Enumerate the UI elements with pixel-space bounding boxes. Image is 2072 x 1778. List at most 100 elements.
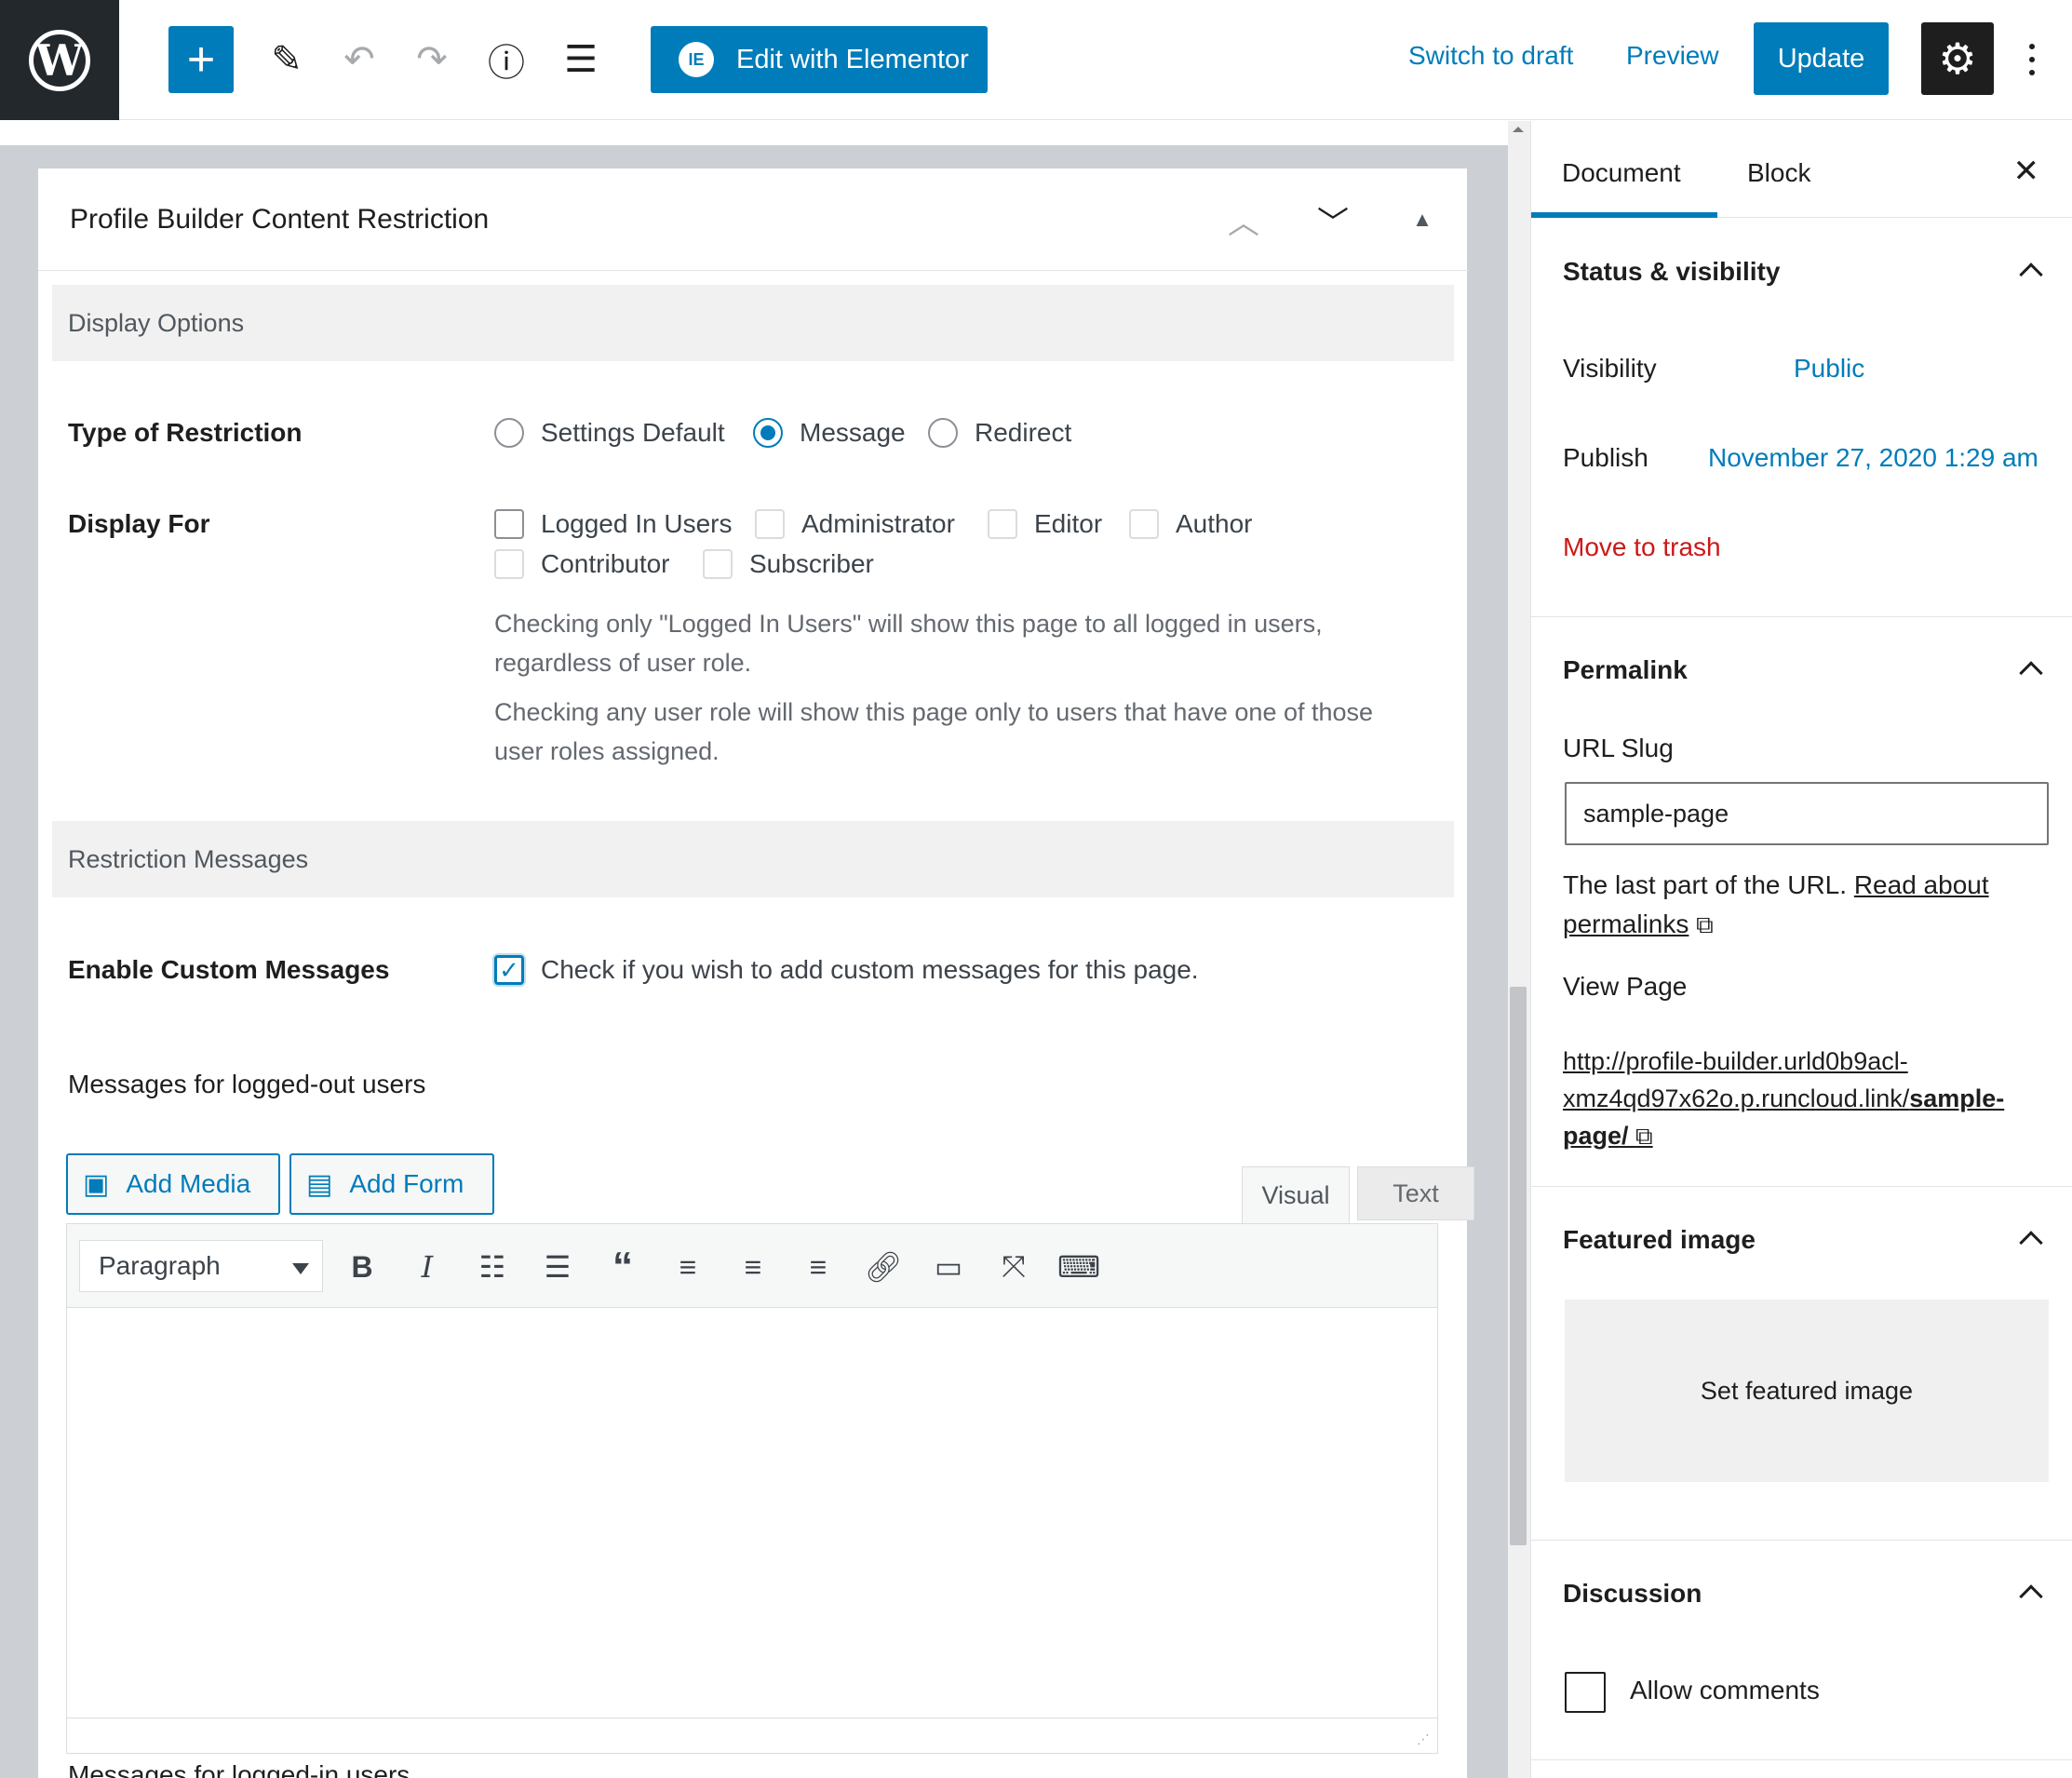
enable-custom-messages-checkbox[interactable]: ✓ Check if you wish to add custom messag… xyxy=(494,955,1199,985)
align-center-icon[interactable]: ≡ xyxy=(730,1245,776,1289)
update-button[interactable]: Update xyxy=(1754,22,1889,95)
radio-button-selected[interactable] xyxy=(753,418,783,448)
resize-grip-icon[interactable]: ⋰ xyxy=(1417,1731,1430,1747)
editor-top-bar: W + ✎ ↶ ↷ ⓘ ☰ IE Edit with Elementor Swi… xyxy=(0,0,2072,120)
numbered-list-icon[interactable]: ☰ xyxy=(534,1245,581,1289)
logged-out-messages-label: Messages for logged-out users xyxy=(68,1070,426,1098)
checkbox[interactable] xyxy=(988,509,1017,539)
publish-date-link[interactable]: November 27, 2020 1:29 am xyxy=(1708,443,2038,473)
radio-button[interactable] xyxy=(494,418,524,448)
canvas-top-strip xyxy=(0,121,1508,145)
checkbox[interactable] xyxy=(1129,509,1159,539)
blockquote-icon[interactable]: “ xyxy=(599,1244,646,1289)
close-icon[interactable]: ✕ xyxy=(2013,153,2040,190)
info-icon[interactable]: ⓘ xyxy=(478,26,534,93)
tab-text[interactable]: Text xyxy=(1357,1166,1474,1220)
external-link-icon: ⧉ xyxy=(1635,1122,1653,1150)
sidebar-tabs: Document Block ✕ xyxy=(1531,121,2072,218)
add-block-button[interactable]: + xyxy=(168,26,234,93)
view-page-label: View Page xyxy=(1563,972,1688,1001)
read-more-icon[interactable]: ▭ xyxy=(925,1245,972,1289)
checkbox-checked[interactable]: ✓ xyxy=(494,955,524,985)
visibility-label: Visibility xyxy=(1563,354,1657,383)
toolbar-toggle-icon[interactable]: ⌨ xyxy=(1056,1245,1102,1289)
add-form-button[interactable]: ▤ Add Form xyxy=(289,1153,494,1215)
align-right-icon[interactable]: ≡ xyxy=(795,1245,841,1289)
visibility-value-link[interactable]: Public xyxy=(1794,354,1864,384)
editor-canvas: Profile Builder Content Restriction ︿ ﹀ … xyxy=(0,121,1508,1778)
permalink-panel-toggle[interactable]: Permalink xyxy=(1563,655,1688,685)
checkbox-label: Contributor xyxy=(541,549,670,578)
scrollbar-thumb[interactable] xyxy=(1510,987,1527,1545)
discussion-panel-toggle[interactable]: Discussion xyxy=(1563,1579,1702,1609)
edit-with-elementor-button[interactable]: IE Edit with Elementor xyxy=(651,26,988,93)
align-left-icon[interactable]: ≡ xyxy=(665,1245,711,1289)
set-featured-image-button[interactable]: Set featured image xyxy=(1565,1300,2049,1482)
checkbox-contributor[interactable]: Contributor xyxy=(494,549,670,579)
status-visibility-panel-toggle[interactable]: Status & visibility xyxy=(1563,257,1780,287)
radio-settings-default[interactable]: Settings Default xyxy=(494,418,725,448)
settings-gear-icon[interactable]: ⚙ xyxy=(1921,22,1994,95)
type-of-restriction-label: Type of Restriction xyxy=(68,418,303,447)
active-tab-indicator xyxy=(1531,212,1717,218)
chevron-up-icon[interactable] xyxy=(2019,263,2043,287)
scroll-up-arrow-icon[interactable] xyxy=(1513,127,1524,132)
list-view-icon[interactable]: ☰ xyxy=(553,26,609,93)
checkbox[interactable] xyxy=(703,549,733,579)
tab-document[interactable]: Document xyxy=(1562,158,1681,188)
url-slug-input[interactable]: sample-page xyxy=(1565,782,2049,845)
view-page-url-link[interactable]: http://profile-builder.urld0b9acl- xmz4q… xyxy=(1563,1043,2004,1154)
featured-image-panel-toggle[interactable]: Featured image xyxy=(1563,1225,1756,1255)
checkbox-editor[interactable]: Editor xyxy=(988,509,1102,539)
collapse-toggle-icon[interactable]: ▲ xyxy=(1399,196,1446,243)
bold-icon[interactable]: B xyxy=(339,1245,385,1289)
link-icon[interactable]: 🔗︎ xyxy=(860,1245,907,1289)
editor-toolbar: Paragraph B I ☷ ☰ “ ≡ ≡ ≡ 🔗︎ ▭ ⤧ ⌨ xyxy=(67,1224,1437,1308)
edit-pencil-icon[interactable]: ✎ xyxy=(259,26,315,93)
add-form-label: Add Form xyxy=(349,1169,464,1198)
chevron-up-icon[interactable] xyxy=(2019,1584,2043,1609)
checkbox-author[interactable]: Author xyxy=(1129,509,1253,539)
read-about-link[interactable]: Read about xyxy=(1854,870,1989,899)
checkbox[interactable] xyxy=(755,509,785,539)
switch-to-draft-button[interactable]: Switch to draft xyxy=(1408,41,1573,71)
format-select[interactable]: Paragraph xyxy=(79,1240,323,1292)
checkbox-administrator[interactable]: Administrator xyxy=(755,509,955,539)
chevron-up-icon[interactable] xyxy=(2019,1231,2043,1255)
move-up-chevron-icon[interactable]: ︿ xyxy=(1220,196,1267,243)
message-editor: Paragraph B I ☷ ☰ “ ≡ ≡ ≡ 🔗︎ ▭ ⤧ ⌨ ⋰ xyxy=(66,1223,1438,1754)
permalinks-link[interactable]: permalinks xyxy=(1563,909,1689,938)
redo-icon[interactable]: ↷ xyxy=(404,26,460,93)
tab-block[interactable]: Block xyxy=(1747,158,1810,188)
help-line: user roles assigned. xyxy=(494,737,720,765)
move-down-chevron-icon[interactable]: ﹀ xyxy=(1310,196,1356,243)
canvas-scrollbar[interactable] xyxy=(1508,121,1530,1778)
tab-visual[interactable]: Visual xyxy=(1242,1166,1350,1224)
italic-icon[interactable]: I xyxy=(404,1245,451,1289)
chevron-up-icon[interactable] xyxy=(2019,661,2043,685)
add-media-button[interactable]: ▣ Add Media xyxy=(66,1153,280,1215)
preview-button[interactable]: Preview xyxy=(1626,41,1719,71)
checkbox-logged-in-users[interactable]: Logged In Users xyxy=(494,509,732,539)
help-line: Checking only "Logged In Users" will sho… xyxy=(494,610,1323,638)
radio-label: Redirect xyxy=(975,418,1072,447)
radio-button[interactable] xyxy=(928,418,958,448)
caret-down-icon xyxy=(292,1263,309,1274)
url-slug-label: URL Slug xyxy=(1563,734,1674,762)
more-options-icon[interactable] xyxy=(2018,26,2046,93)
checkbox-label: Subscriber xyxy=(749,549,874,578)
panel-divider xyxy=(1531,1759,2072,1760)
allow-comments-checkbox[interactable] xyxy=(1565,1672,1606,1713)
checkbox-subscriber[interactable]: Subscriber xyxy=(703,549,874,579)
checkbox[interactable] xyxy=(494,509,524,539)
checkbox[interactable] xyxy=(494,549,524,579)
radio-message[interactable]: Message xyxy=(753,418,906,448)
help-text: The last part of the URL. xyxy=(1563,870,1848,899)
fullscreen-icon[interactable]: ⤧ xyxy=(990,1245,1037,1289)
radio-redirect[interactable]: Redirect xyxy=(928,418,1071,448)
wordpress-logo[interactable]: W xyxy=(0,0,119,120)
metabox-title: Profile Builder Content Restriction xyxy=(70,204,490,235)
bullet-list-icon[interactable]: ☷ xyxy=(469,1245,516,1289)
move-to-trash-link[interactable]: Move to trash xyxy=(1563,532,1721,562)
undo-icon[interactable]: ↶ xyxy=(331,26,387,93)
